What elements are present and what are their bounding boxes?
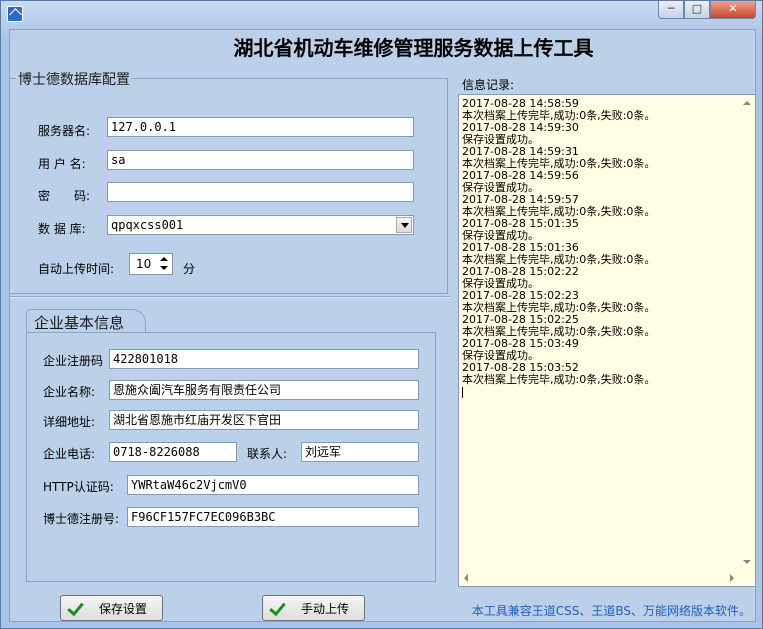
log-label: 信息记录: [462,78,515,92]
check-icon [269,600,287,616]
phone-input[interactable]: 0718-8226088 [109,442,237,462]
user-label: 用 户 名: [38,157,86,171]
interval-spinner[interactable]: 10 [129,253,173,275]
save-settings-label: 保存设置 [99,601,148,616]
contact-label: 联系人: [247,447,288,461]
log-content: 2017-08-28 14:58:59 本次档案上传完毕,成功:0条,失败:0条。… [462,98,738,398]
reg-code-label: 企业注册码 [43,354,104,368]
spin-down-icon[interactable] [157,264,171,273]
app-window: ─ □ ✕ 湖北省机动车维修管理服务数据上传工具 博士德数据库配置 服务器名: … [0,0,763,629]
window-controls: ─ □ ✕ [658,1,756,19]
interval-unit: 分 [183,262,196,276]
log-line: 本次档案上传完毕,成功:0条,失败:0条。 [462,373,656,386]
interval-label: 自动上传时间: [38,262,115,276]
app-title: 湖北省机动车维修管理服务数据上传工具 [233,36,594,60]
compatibility-note: 本工具兼容王道CSS、王道BS、万能网络版本软件。 [471,604,751,618]
address-label: 详细地址: [43,415,96,429]
interval-value: 10 [136,257,152,271]
scroll-right-icon[interactable] [723,570,739,586]
scroll-left-icon[interactable] [459,570,475,586]
spinner-buttons [157,255,171,273]
save-settings-button[interactable]: 保存设置 [60,595,163,621]
db-config-title: 博士德数据库配置 [16,69,132,89]
maximize-button[interactable]: □ [684,1,710,19]
http-code-label: HTTP认证码: [43,480,114,494]
contact-input[interactable]: 刘远军 [301,442,419,462]
bsd-reg-label: 博士德注册号: [43,512,120,526]
title-bar[interactable]: ─ □ ✕ [1,1,762,27]
scroll-up-icon[interactable] [739,95,755,111]
server-input[interactable]: 127.0.0.1 [107,117,414,137]
scroll-down-icon[interactable] [739,554,755,570]
close-button[interactable]: ✕ [710,1,756,19]
company-title: 企业基本信息 [34,314,125,332]
server-label: 服务器名: [38,124,91,138]
minimize-button[interactable]: ─ [658,1,684,19]
vertical-scrollbar[interactable] [739,95,755,570]
main-panel: 湖北省机动车维修管理服务数据上传工具 博士德数据库配置 服务器名: 127.0.… [9,29,756,622]
http-code-input[interactable]: YWRtaW46c2VjcmV0 [127,475,419,495]
password-label: 密 码: [38,189,91,203]
phone-label: 企业电话: [43,447,96,461]
app-icon [7,6,23,22]
check-icon [67,600,85,616]
company-group: 企业注册码 422801018 企业名称: 恩施众阖汽车服务有限责任公司 详细地… [26,332,436,582]
database-label: 数 据 库: [38,222,86,236]
text-caret [462,386,738,398]
bsd-reg-input[interactable]: F96CF157FC7EC096B3BC [127,507,419,527]
address-input[interactable]: 湖北省恩施市红庙开发区下官田 [109,410,419,430]
section-divider [10,296,450,298]
company-name-input[interactable]: 恩施众阖汽车服务有限责任公司 [109,380,419,400]
log-textarea[interactable]: 2017-08-28 14:58:59 本次档案上传完毕,成功:0条,失败:0条。… [458,94,756,587]
chevron-down-icon[interactable] [396,217,412,233]
manual-upload-label: 手动上传 [301,601,350,616]
horizontal-scrollbar[interactable] [459,570,739,586]
database-select[interactable]: qpqxcss001 [107,215,414,235]
password-input[interactable] [107,182,414,202]
manual-upload-button[interactable]: 手动上传 [262,595,365,621]
db-config-group: 博士德数据库配置 服务器名: 127.0.0.1 用 户 名: sa 密 码: … [10,69,448,294]
spin-up-icon[interactable] [157,255,171,264]
reg-code-input[interactable]: 422801018 [109,349,419,369]
user-input[interactable]: sa [107,150,414,170]
company-name-label: 企业名称: [43,385,96,399]
database-value: qpqxcss001 [111,218,184,232]
